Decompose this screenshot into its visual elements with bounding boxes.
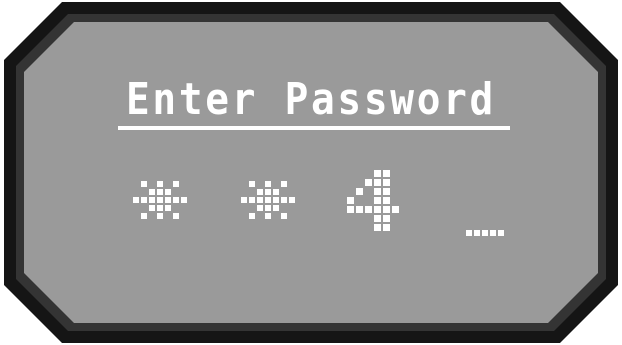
- lcd-pixel: [374, 197, 381, 204]
- lcd-pixel: [374, 170, 381, 177]
- lcd-pixel: [257, 189, 263, 195]
- lcd-pixel: [273, 189, 279, 195]
- lcd-title-underline: [118, 126, 510, 130]
- lcd-pixel: [141, 197, 147, 203]
- lcd-pixel: [383, 179, 390, 186]
- lcd-pixel: [165, 189, 171, 195]
- lcd-pixel: [165, 197, 171, 203]
- lcd-pixel: [249, 197, 255, 203]
- lcd-pixel: [265, 189, 271, 195]
- lcd-pixel: [173, 181, 179, 187]
- lcd-pixel: [383, 188, 390, 195]
- lcd-pixel: [289, 197, 295, 203]
- lcd-pixel: [157, 189, 163, 195]
- lcd-pixel: [241, 197, 247, 203]
- lcd-screen: [24, 22, 598, 323]
- lcd-pixel: [383, 215, 390, 222]
- lcd-pixel: [365, 206, 372, 213]
- lcd-pixel: [356, 188, 363, 195]
- password-slot-masked: [133, 181, 187, 219]
- lcd-pixel: [466, 230, 472, 236]
- lcd-pixel: [257, 197, 263, 203]
- lcd-pixel: [141, 181, 147, 187]
- lcd-pixel: [157, 205, 163, 211]
- lcd-pixel: [133, 197, 139, 203]
- lcd-pixel: [392, 206, 399, 213]
- lcd-pixel: [265, 213, 271, 219]
- lcd-pixel: [383, 224, 390, 231]
- lcd-pixel: [273, 205, 279, 211]
- lcd-pixel: [374, 206, 381, 213]
- lcd-title: Enter Password: [126, 74, 496, 125]
- lcd-pixel: [249, 213, 255, 219]
- lcd-pixel: [347, 206, 354, 213]
- lcd-pixel: [281, 197, 287, 203]
- lcd-pixel: [265, 205, 271, 211]
- lcd-pixel: [157, 213, 163, 219]
- lcd-pixel: [157, 197, 163, 203]
- lcd-pixel: [141, 213, 147, 219]
- lcd-pixel: [383, 206, 390, 213]
- lcd-pixel: [498, 230, 504, 236]
- lcd-pixel: [383, 197, 390, 204]
- lcd-pixel: [149, 197, 155, 203]
- lcd-pixel: [383, 170, 390, 177]
- lcd-pixel: [265, 197, 271, 203]
- lcd-pixel: [149, 205, 155, 211]
- lcd-pixel: [347, 197, 354, 204]
- lcd-pixel: [173, 213, 179, 219]
- lcd-display: Enter Password: [4, 2, 618, 343]
- lcd-pixel: [374, 224, 381, 231]
- lcd-pixel: [149, 189, 155, 195]
- lcd-pixel: [273, 197, 279, 203]
- lcd-pixel: [374, 179, 381, 186]
- lcd-pixel: [474, 230, 480, 236]
- lcd-pixel: [374, 215, 381, 222]
- lcd-pixel: [356, 206, 363, 213]
- lcd-pixel: [257, 205, 263, 211]
- lcd-pixel: [490, 230, 496, 236]
- lcd-pixel: [181, 197, 187, 203]
- lcd-pixel: [365, 179, 372, 186]
- lcd-pixel: [482, 230, 488, 236]
- lcd-pixel: [157, 181, 163, 187]
- lcd-pixel: [173, 197, 179, 203]
- lcd-pixel: [249, 181, 255, 187]
- password-slot-masked: [241, 181, 295, 219]
- lcd-pixel: [265, 181, 271, 187]
- lcd-pixel: [281, 213, 287, 219]
- lcd-pixel: [165, 205, 171, 211]
- lcd-pixel: [374, 188, 381, 195]
- lcd-pixel: [281, 181, 287, 187]
- password-cursor: [466, 230, 504, 236]
